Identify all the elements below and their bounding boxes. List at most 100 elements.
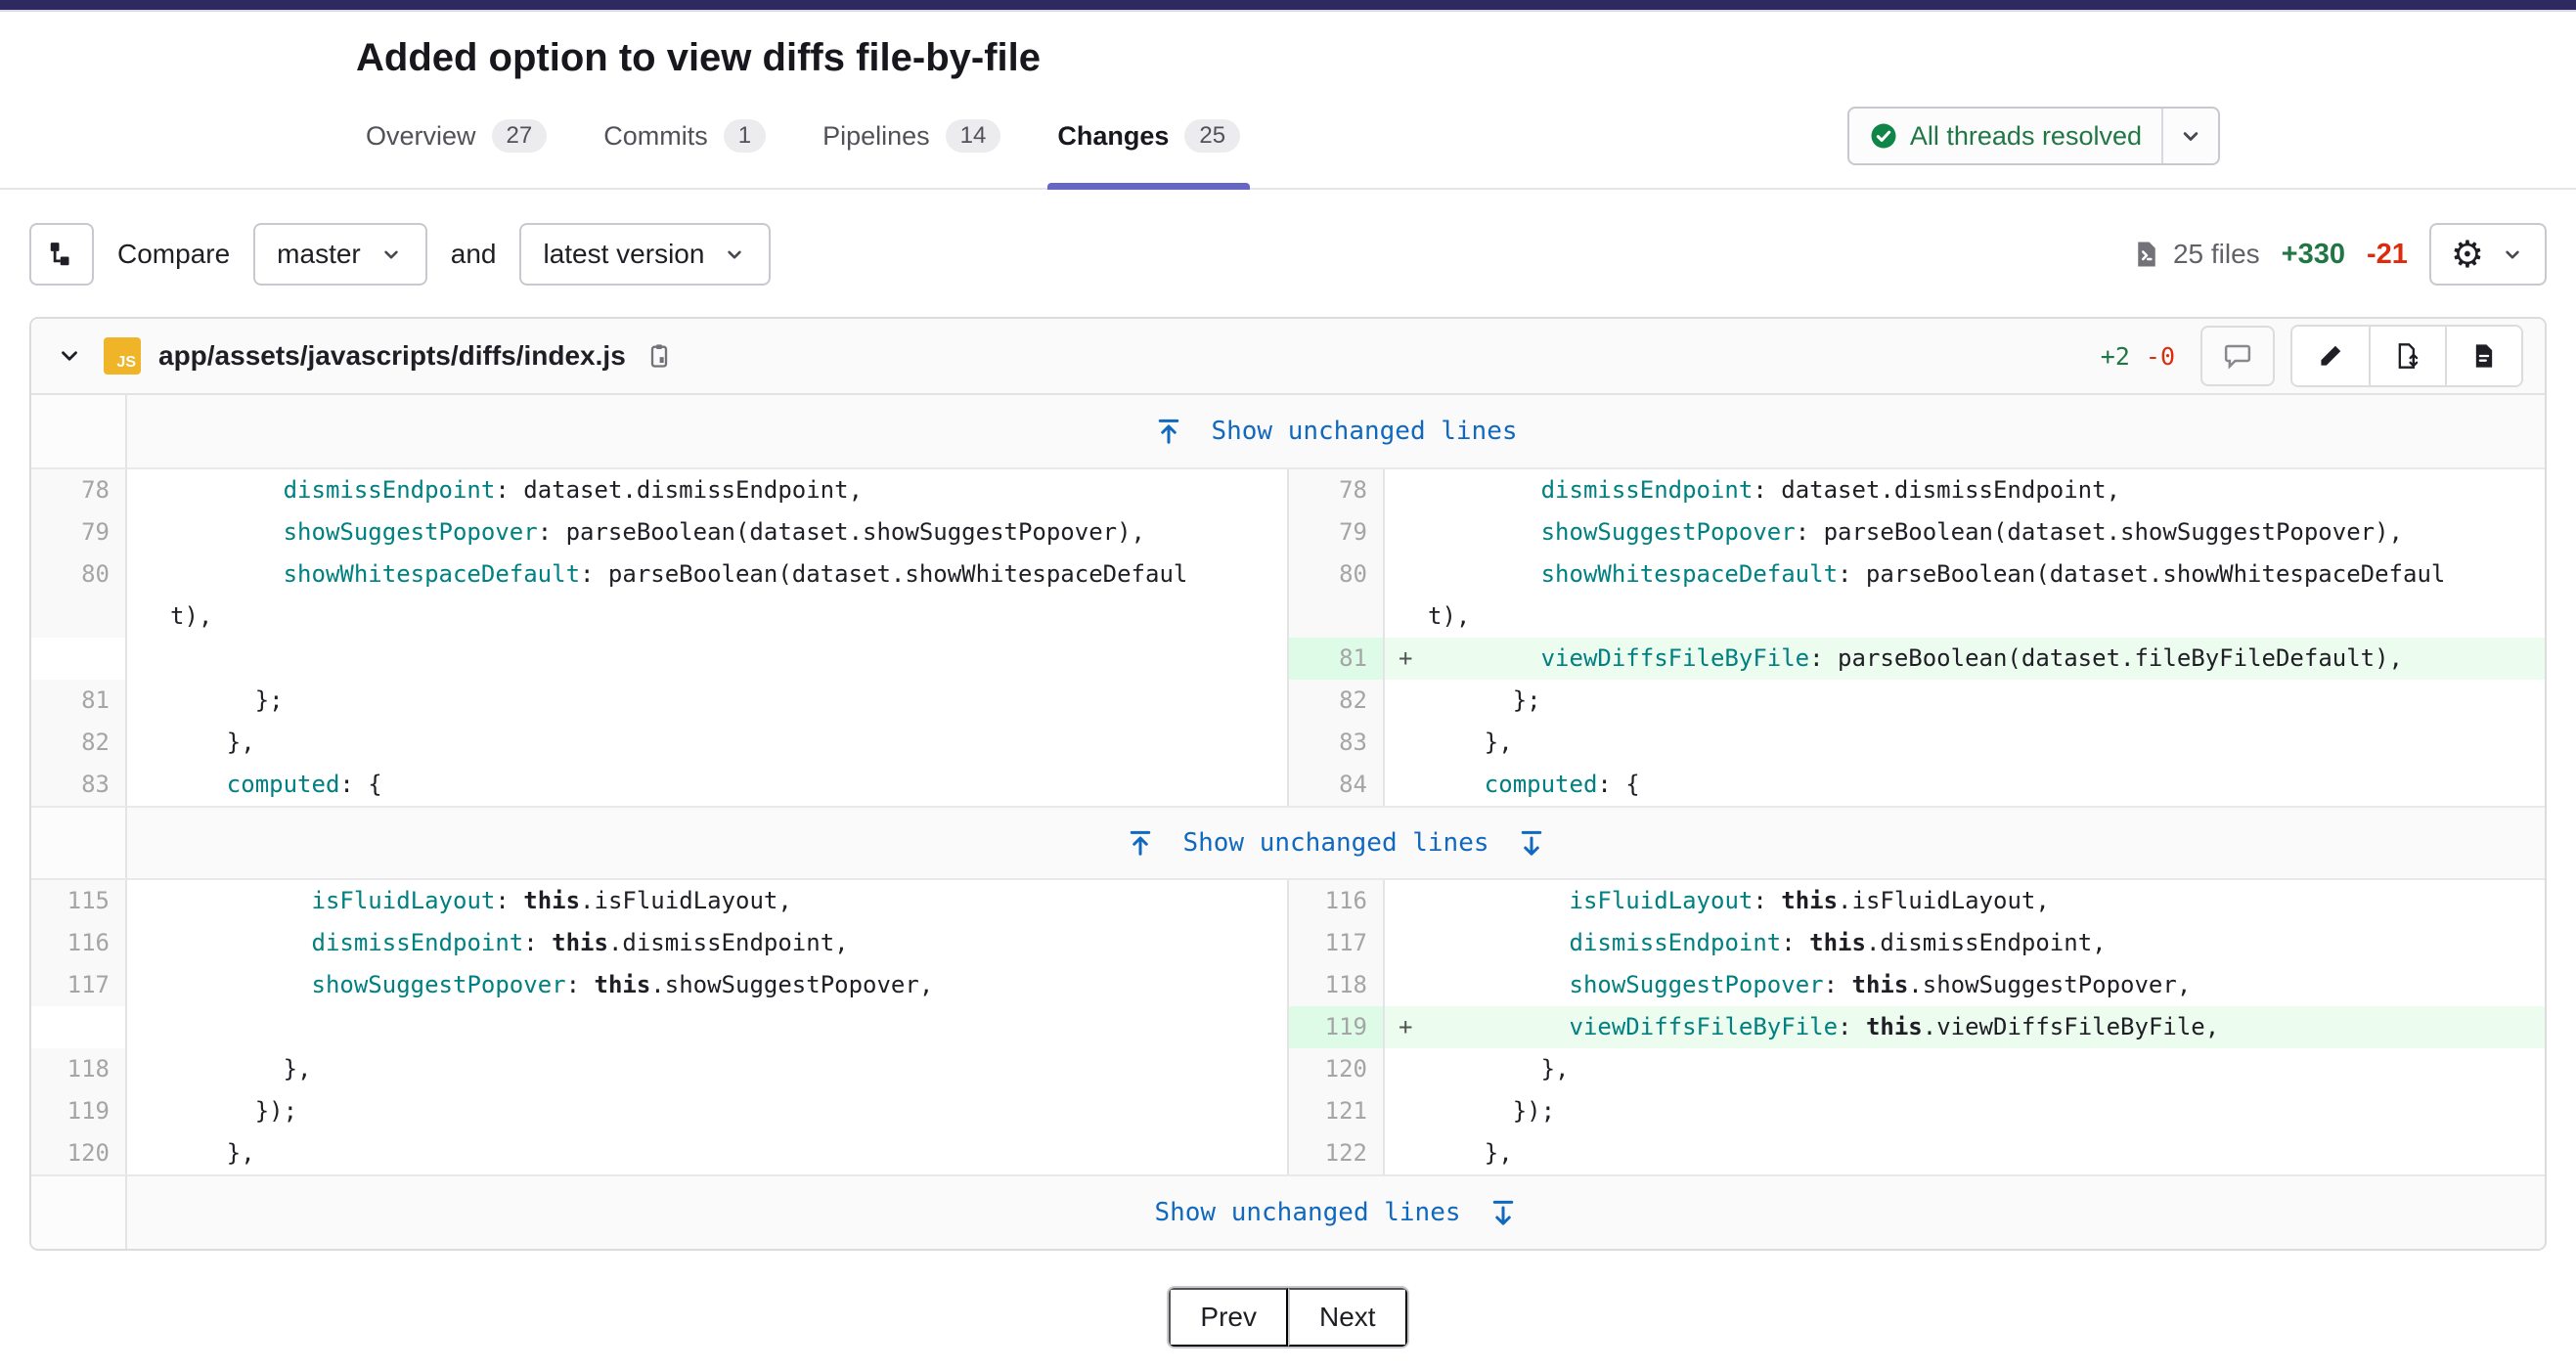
- file-path[interactable]: app/assets/javascripts/diffs/index.js: [158, 340, 626, 372]
- code-segment: : dataset.dismissEndpoint,: [495, 476, 863, 504]
- line-number-old[interactable]: 81: [31, 680, 127, 722]
- collapse-file-button[interactable]: [53, 343, 86, 369]
- line-number-new[interactable]: 84: [1287, 764, 1385, 806]
- code-segment: [1428, 929, 1570, 956]
- line-number-old[interactable]: 120: [31, 1132, 127, 1174]
- line-number-old[interactable]: 78: [31, 469, 127, 511]
- compare-label: Compare: [117, 239, 230, 270]
- tab-commits[interactable]: Commits 1: [603, 84, 766, 188]
- line-number-new[interactable]: 118: [1287, 964, 1385, 1006]
- tab-overview-label: Overview: [366, 121, 476, 152]
- tab-changes[interactable]: Changes 25: [1057, 84, 1240, 188]
- code-segment: :: [1753, 887, 1781, 914]
- line-number-new[interactable]: 79: [1287, 511, 1385, 553]
- line-number-old: [31, 638, 127, 680]
- code-segment: dismissEndpoint: [284, 476, 496, 504]
- compare-versions-button[interactable]: [2369, 327, 2445, 385]
- code-line-old: };: [127, 680, 1287, 722]
- target-version-value: latest version: [543, 239, 704, 270]
- code-segment: :: [1838, 1013, 1866, 1040]
- tab-overview[interactable]: Overview 27: [366, 84, 547, 188]
- check-circle-icon: [1869, 121, 1898, 151]
- show-unchanged-lines-link[interactable]: Show unchanged lines: [1154, 417, 1517, 446]
- line-number-new[interactable]: 80: [1287, 553, 1385, 638]
- diff-table: Show unchanged lines78 dismissEndpoint: …: [31, 395, 2545, 1249]
- line-number-old[interactable]: 116: [31, 922, 127, 964]
- code-segment: [1428, 1013, 1570, 1040]
- code-segment: : dataset.dismissEndpoint,: [1753, 476, 2120, 504]
- line-number-old[interactable]: 118: [31, 1048, 127, 1090]
- copy-file-path-button[interactable]: [645, 342, 673, 370]
- code-segment: showSuggestPopover: [284, 518, 538, 546]
- code-segment: };: [1428, 686, 1541, 714]
- tab-commits-label: Commits: [603, 121, 708, 152]
- tab-changes-count: 25: [1184, 119, 1240, 153]
- line-number-old[interactable]: 117: [31, 964, 127, 1006]
- resolved-dropdown-toggle[interactable]: [2161, 109, 2218, 163]
- next-file-button[interactable]: Next: [1288, 1288, 1407, 1347]
- view-file-button[interactable]: [2445, 327, 2521, 385]
- code-line-new: showSuggestPopover: parseBoolean(dataset…: [1385, 511, 2545, 553]
- show-unchanged-lines-link[interactable]: Show unchanged lines: [1126, 828, 1545, 858]
- edit-file-button[interactable]: [2292, 327, 2369, 385]
- expander-row: Show unchanged lines: [127, 395, 2545, 469]
- all-threads-resolved-button[interactable]: All threads resolved: [1847, 107, 2220, 165]
- and-label: and: [451, 239, 497, 270]
- code-segment: [1428, 476, 1541, 504]
- line-number-new[interactable]: 82: [1287, 680, 1385, 722]
- line-number-old[interactable]: 115: [31, 880, 127, 922]
- code-segment: : {: [339, 771, 381, 798]
- code-segment: showSuggestPopover: [1570, 971, 1824, 998]
- pencil-icon: [2317, 342, 2344, 370]
- code-segment: this: [1866, 1013, 1923, 1040]
- code-segment: this: [523, 887, 580, 914]
- target-version-dropdown[interactable]: latest version: [519, 223, 771, 286]
- code-segment: dismissEndpoint: [1570, 929, 1782, 956]
- expander-row: Show unchanged lines: [127, 806, 2545, 880]
- code-line-new: },: [1385, 722, 2545, 764]
- line-number-new[interactable]: 81: [1287, 638, 1385, 680]
- code-line-new: dismissEndpoint: dataset.dismissEndpoint…: [1385, 469, 2545, 511]
- expander-gutter: [31, 806, 127, 880]
- code-segment: :: [523, 929, 552, 956]
- code-segment: });: [1428, 1097, 1555, 1125]
- line-number-old[interactable]: 82: [31, 722, 127, 764]
- tab-pipelines[interactable]: Pipelines 14: [822, 84, 1000, 188]
- line-number-new[interactable]: 119: [1287, 1006, 1385, 1048]
- line-number-new[interactable]: 117: [1287, 922, 1385, 964]
- source-branch-dropdown[interactable]: master: [253, 223, 427, 286]
- code-line-old: dismissEndpoint: dataset.dismissEndpoint…: [127, 469, 1287, 511]
- line-number-new[interactable]: 120: [1287, 1048, 1385, 1090]
- top-navbar-edge: [0, 10, 2576, 12]
- chevron-down-icon: [57, 343, 82, 369]
- code-line-new: computed: {: [1385, 764, 2545, 806]
- line-number-new[interactable]: 78: [1287, 469, 1385, 511]
- file-tree-toggle-button[interactable]: [29, 223, 94, 286]
- line-number-old[interactable]: 83: [31, 764, 127, 806]
- code-segment: this: [1852, 971, 1909, 998]
- chevron-down-icon: [722, 242, 747, 267]
- code-segment: dismissEndpoint: [1541, 476, 1754, 504]
- file-versions-icon: [2394, 342, 2421, 370]
- code-segment: : {: [1597, 771, 1639, 798]
- code-segment: },: [170, 1139, 255, 1167]
- line-number-new[interactable]: 121: [1287, 1090, 1385, 1132]
- show-unchanged-lines-link[interactable]: Show unchanged lines: [1154, 1198, 1517, 1227]
- line-number-new[interactable]: 122: [1287, 1132, 1385, 1174]
- chevron-down-icon: [2500, 242, 2525, 267]
- files-count-label: 25 files: [2173, 239, 2260, 270]
- code-line-old: },: [127, 722, 1287, 764]
- line-number-old[interactable]: 119: [31, 1090, 127, 1132]
- chevron-down-icon: [2177, 122, 2204, 150]
- line-number-new[interactable]: 83: [1287, 722, 1385, 764]
- code-line-old: });: [127, 1090, 1287, 1132]
- line-number-old[interactable]: 80: [31, 553, 127, 638]
- line-number-old[interactable]: 79: [31, 511, 127, 553]
- diff-settings-button[interactable]: ⚙: [2429, 223, 2547, 286]
- code-segment: .isFluidLayout,: [1838, 887, 2050, 914]
- clipboard-icon: [645, 342, 673, 370]
- toggle-comments-button[interactable]: [2200, 326, 2275, 386]
- code-segment: .dismissEndpoint,: [608, 929, 849, 956]
- prev-file-button[interactable]: Prev: [1169, 1288, 1288, 1347]
- line-number-new[interactable]: 116: [1287, 880, 1385, 922]
